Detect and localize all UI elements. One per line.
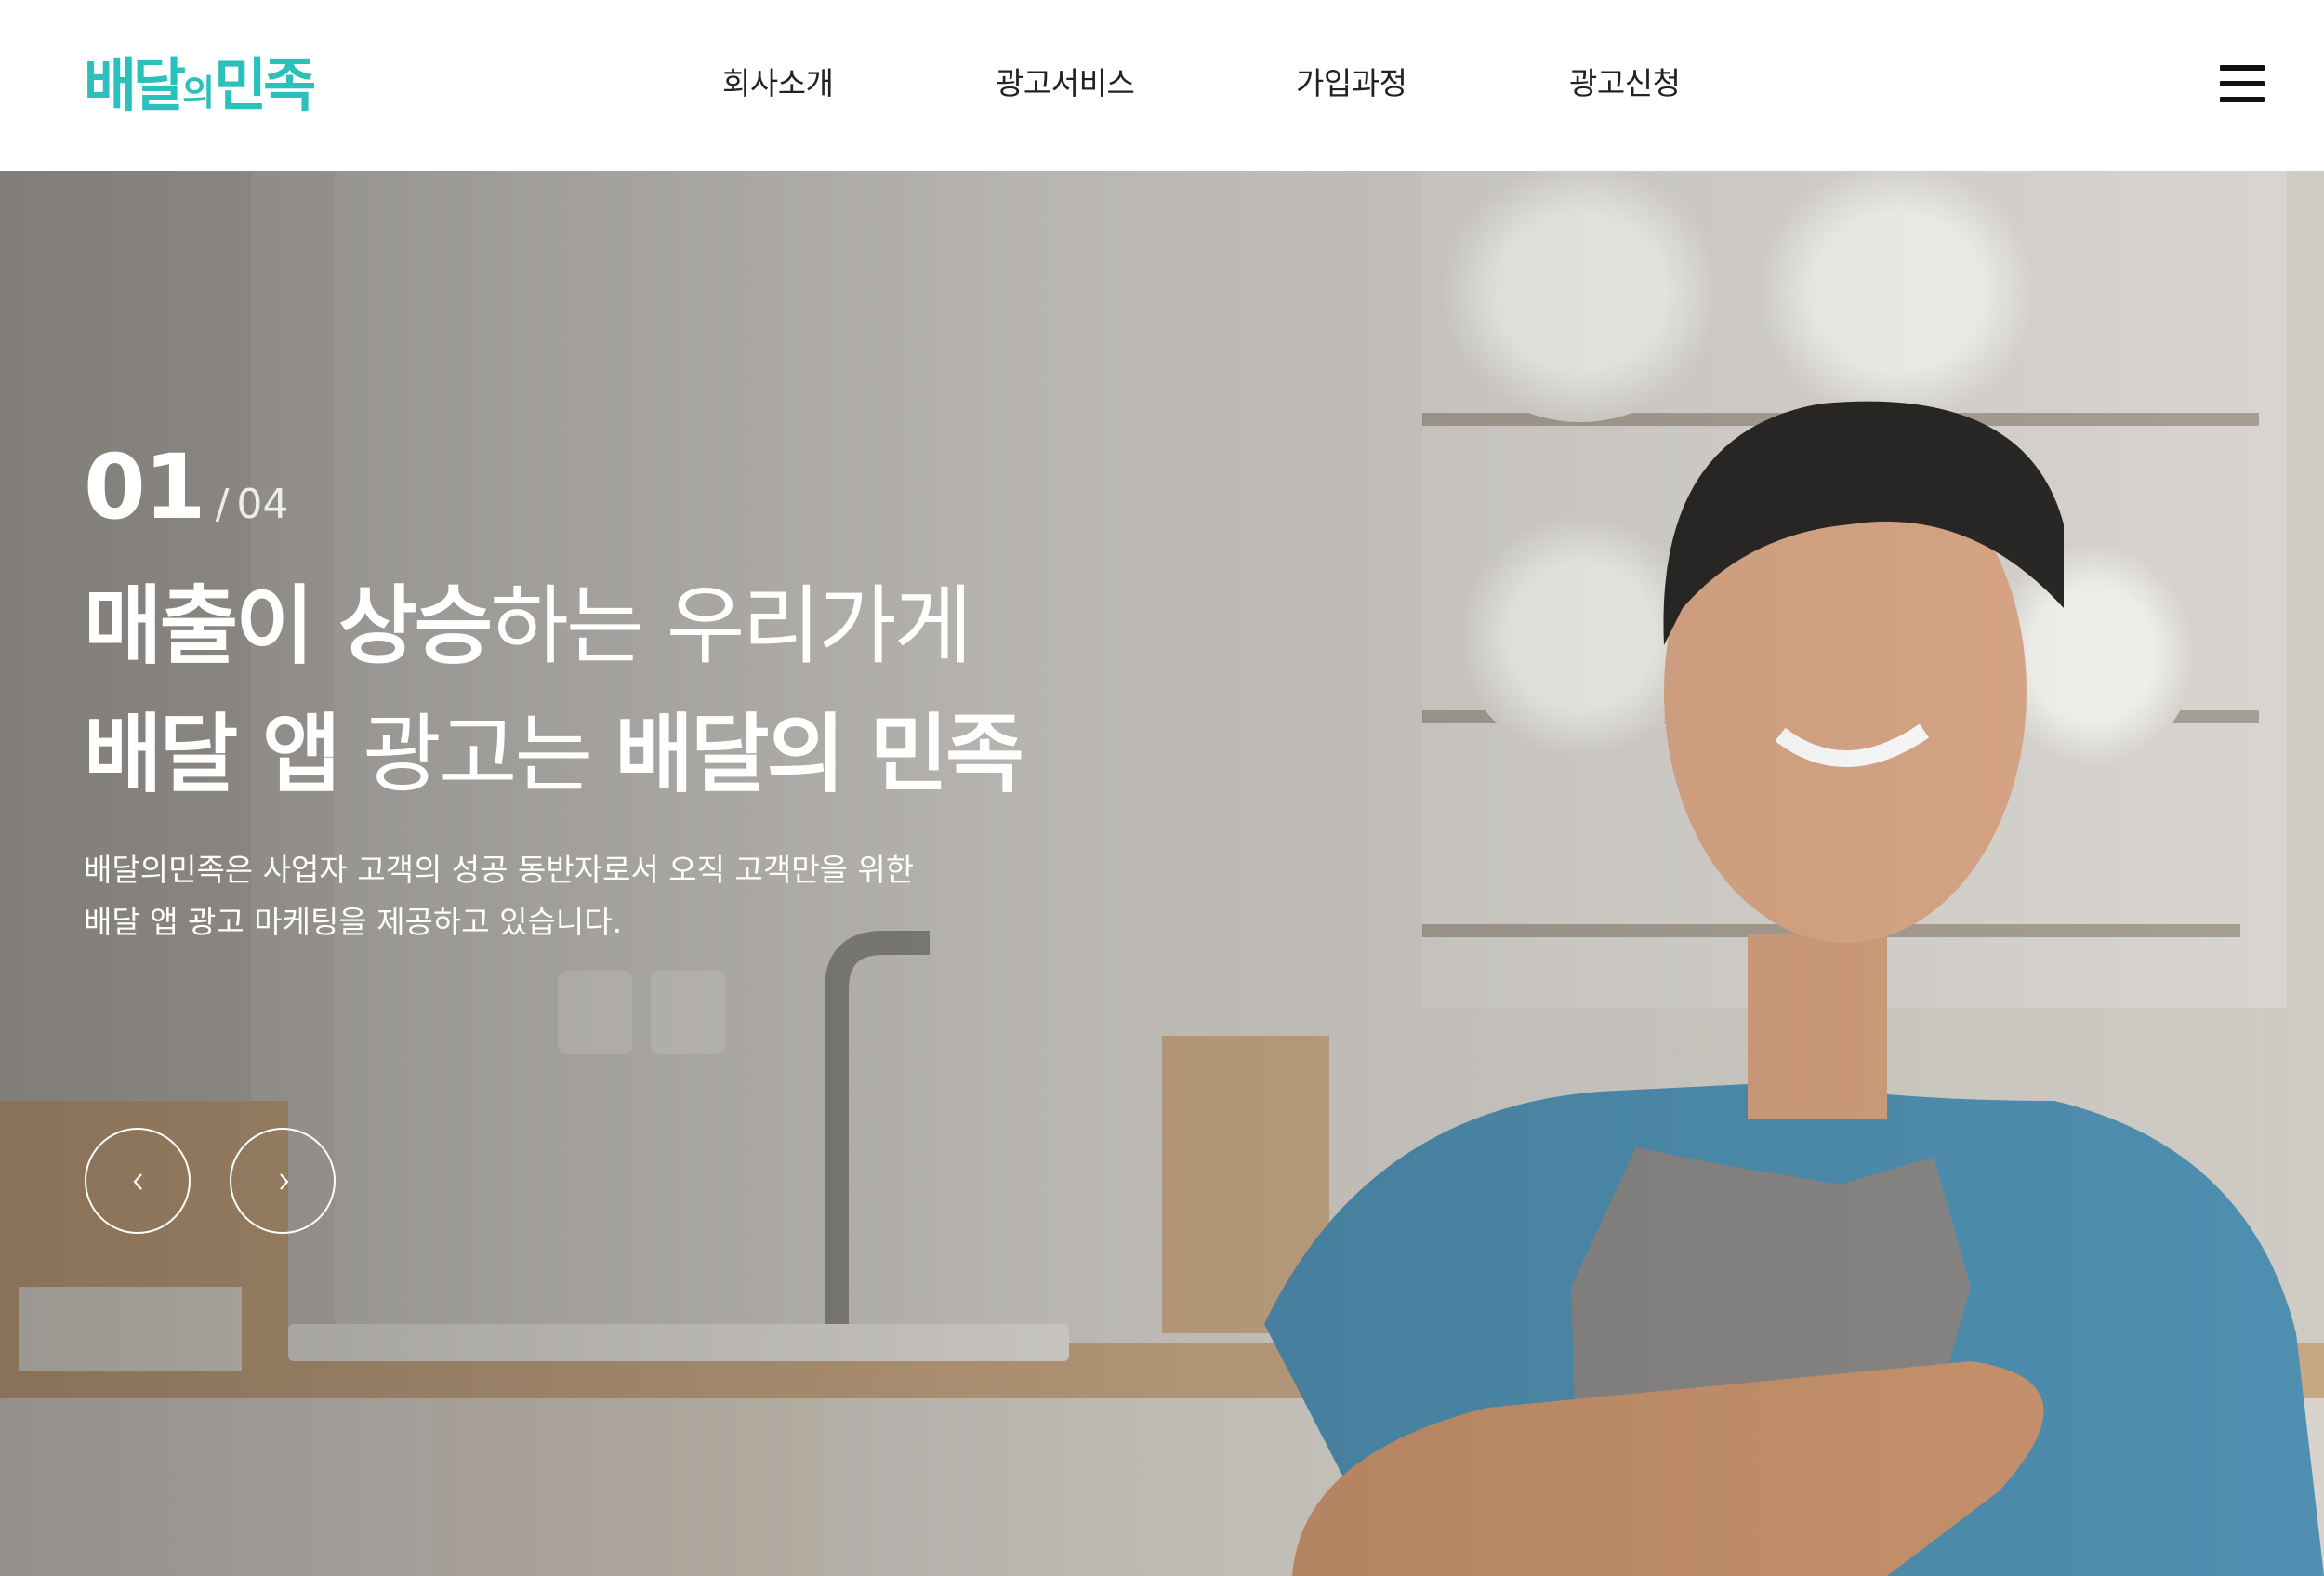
logo-text-small: 의 [182, 73, 215, 113]
slide-prev-button[interactable] [85, 1128, 191, 1234]
hero-slider: 01/04 매출이 상승하는 우리가게 배달 앱 광고는 배달의 민족 배달의민… [0, 171, 2324, 1576]
site-header: 배달의민족 회사소개 광고서비스 가입과정 광고신청 [0, 0, 2324, 171]
nav-item-ad-service[interactable]: 광고서비스 [996, 58, 1135, 110]
chevron-left-icon [133, 1173, 142, 1190]
slide-total: 04 [236, 481, 289, 528]
hero-headline-line2: 배달 앱 광고는 배달의 민족 [84, 699, 1024, 811]
brand-logo[interactable]: 배달의민족 [84, 48, 316, 130]
logo-text-end: 민족 [214, 51, 316, 119]
hero-description-line1: 배달의민족은 사업자 고객의 성공 동반자로서 오직 고객만을 위한 [84, 852, 915, 888]
nav-item-ad-apply[interactable]: 광고신청 [1569, 58, 1681, 110]
nav-item-signup-process[interactable]: 가입과정 [1296, 58, 1407, 110]
hamburger-icon[interactable] [2220, 63, 2265, 104]
nav-item-company[interactable]: 회사소개 [722, 58, 834, 110]
headline-line2-bold2: 배달의 민족 [614, 705, 1023, 804]
logo-text-main: 배달 [84, 51, 186, 119]
headline-line2-bold1: 배달 앱 [84, 705, 341, 804]
slide-separator: / [215, 481, 230, 528]
hero-description-line2: 배달 앱 광고 마케팅을 제공하고 있습니다. [84, 904, 623, 940]
headline-line1-light: 하는 우리가게 [490, 576, 972, 676]
chevron-right-icon [280, 1173, 289, 1190]
slide-counter: 01/04 [84, 436, 288, 538]
slide-next-button[interactable] [230, 1128, 336, 1234]
slide-current: 01 [84, 435, 206, 539]
hero-headline-line1: 매출이 상승하는 우리가게 [84, 571, 972, 682]
headline-line2-light: 광고는 [337, 705, 615, 804]
headline-line1-bold: 매출이 상승 [84, 576, 493, 676]
